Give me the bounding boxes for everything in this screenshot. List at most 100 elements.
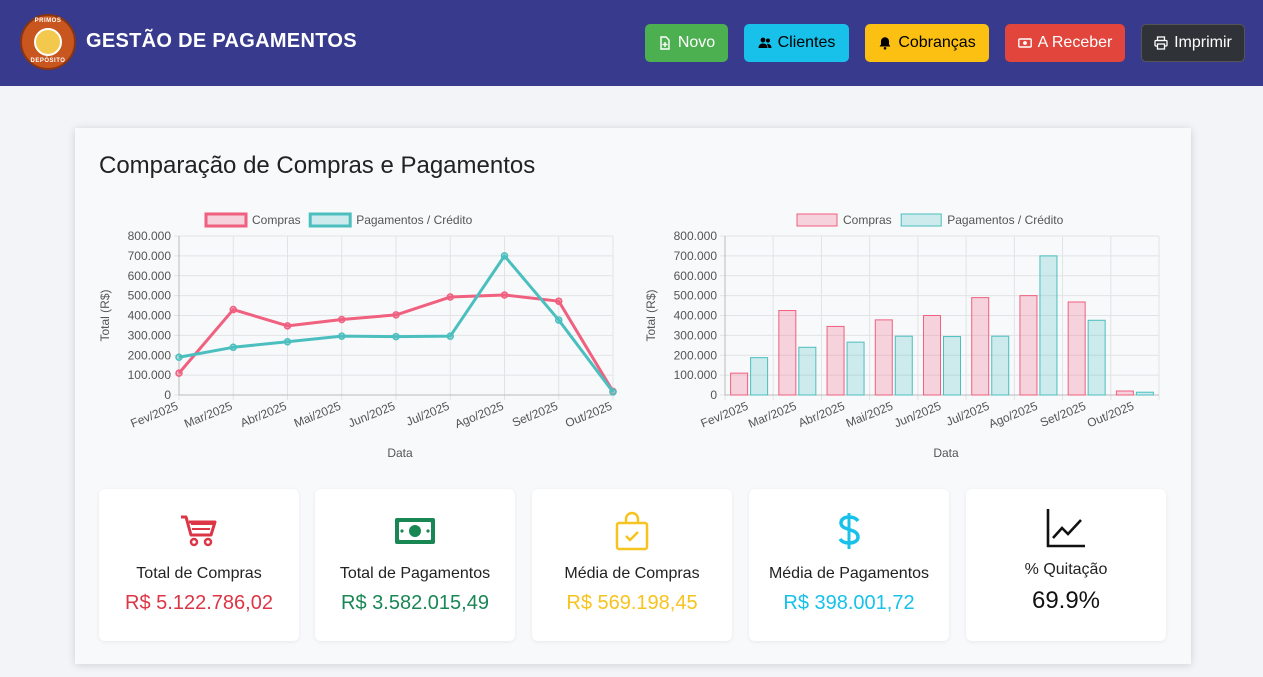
bar-compras	[874, 319, 893, 396]
stat-value: R$ 3.582.015,49	[341, 592, 489, 614]
data-point-pagamentos	[175, 353, 183, 361]
data-point-pagamentos	[609, 388, 617, 396]
legend-label: Pagamentos / Crédito	[947, 213, 1063, 227]
money-bill-icon	[315, 511, 515, 551]
mascot-icon	[34, 28, 62, 56]
data-point-compras	[500, 291, 509, 299]
stat-total-compras: Total de Compras R$ 5.122.786,02	[99, 489, 299, 641]
data-point-pagamentos	[446, 332, 454, 340]
x-tick-label: Set/2025	[510, 399, 560, 430]
x-axis-title: Data	[933, 446, 959, 460]
bar-pagamentos	[1039, 255, 1058, 396]
brand-logo[interactable]: PRIMOS DEPÓSITO	[20, 14, 76, 70]
x-tick-label: Out/2025	[563, 399, 614, 431]
bar-compras	[923, 315, 941, 396]
x-tick-label: Mai/2025	[844, 399, 895, 431]
users-icon	[758, 37, 772, 48]
stat-value: R$ 569.198,45	[566, 592, 698, 614]
legend-swatch	[204, 212, 248, 228]
shopping-bag-icon	[532, 511, 732, 551]
stat-value: R$ 5.122.786,02	[125, 592, 273, 614]
y-tick-label: 200.000	[128, 348, 172, 362]
x-tick-label: Mai/2025	[292, 399, 343, 431]
data-point-pagamentos	[555, 316, 563, 324]
stat-media-compras: Média de Compras R$ 569.198,45	[532, 489, 732, 641]
stat-label: % Quitação	[1024, 561, 1108, 578]
stat-label: Média de Compras	[564, 565, 700, 582]
y-tick-label: 700.000	[128, 249, 172, 263]
money-bill-icon	[1017, 38, 1032, 48]
stat-label: Total de Compras	[136, 565, 262, 582]
bar-pagamentos	[750, 357, 769, 396]
novo-label: Novo	[677, 34, 716, 51]
shopping-cart-icon	[99, 511, 299, 551]
page-title: Comparação de Compras e Pagamentos	[99, 152, 536, 179]
data-point-pagamentos	[283, 337, 292, 346]
clientes-label: Clientes	[777, 34, 836, 51]
bar-compras	[971, 297, 990, 396]
data-point-pagamentos	[229, 343, 237, 352]
cobrancas-label: Cobranças	[898, 34, 976, 51]
bar-pagamentos	[1135, 391, 1154, 396]
line-chart-svg: 0100.000200.000300.000400.000500.000600.…	[98, 212, 617, 460]
file-plus-icon	[660, 36, 670, 50]
data-point-compras	[229, 305, 237, 314]
y-tick-label: 500.000	[674, 289, 718, 303]
bar-compras	[1067, 301, 1086, 396]
x-tick-label: Mar/2025	[746, 399, 799, 431]
printer-icon	[1154, 36, 1168, 50]
bar-compras	[730, 372, 749, 396]
x-tick-label: Fev/2025	[699, 399, 751, 431]
bar-pagamentos	[1087, 319, 1106, 396]
bar-chart-svg: 0 100.000 200.000 300.000 400.000 500.000 600.…	[644, 213, 1160, 460]
legend-swatch	[308, 212, 352, 228]
cobrancas-button[interactable]: Cobranças	[865, 24, 989, 62]
x-tick-label: Set/2025	[1038, 399, 1088, 430]
novo-button[interactable]: Novo	[645, 24, 728, 62]
y-tick-label: 500.000	[128, 289, 172, 303]
x-tick-label: Mar/2025	[182, 399, 235, 431]
bar-compras	[778, 310, 797, 396]
clientes-button[interactable]: Clientes	[744, 24, 849, 62]
dollar-icon	[749, 511, 949, 551]
y-tick-label: 400.000	[128, 309, 172, 323]
a-receber-button[interactable]: A Receber	[1005, 24, 1125, 62]
y-tick-label: 300.000	[128, 328, 172, 342]
y-tick-label: 600.000	[128, 269, 172, 283]
bar-chart: 0 100.000 200.000 300.000 400.000 500.000 600.…	[641, 202, 1171, 477]
comparison-card: Comparação de Compras e Pagamentos 0 100.…	[75, 128, 1191, 664]
stat-quitacao: % Quitação 69.9%	[966, 489, 1166, 641]
legend-swatch	[900, 213, 942, 227]
stat-media-pagamentos: Média de Pagamentos R$ 398.001,72	[749, 489, 949, 641]
data-point-pagamentos	[392, 332, 400, 341]
x-tick-label: Abr/2025	[238, 399, 289, 430]
y-axis-title: Total (R$)	[98, 289, 112, 341]
chart-line-icon	[966, 507, 1166, 548]
x-tick-label: Abr/2025	[796, 399, 847, 430]
stat-value: 69.9%	[1031, 587, 1101, 614]
bar-pagamentos	[846, 341, 865, 396]
x-tick-label: Fev/2025	[128, 399, 180, 431]
x-tick-label: Jul/2025	[944, 399, 992, 429]
x-tick-label: Ago/2025	[987, 399, 1040, 431]
y-tick-label: 200.000	[674, 348, 718, 362]
y-axis-title: Total (R$)	[644, 289, 658, 341]
bar-compras	[826, 325, 845, 396]
x-tick-label: Jun/2025	[892, 399, 943, 431]
y-tick-label: 400.000	[674, 309, 718, 323]
legend-label: Compras	[843, 213, 892, 227]
line-chart: 0 100.000 200.000 300.000 400.000 500.000 600.…	[95, 202, 625, 477]
app-title: GESTÃO DE PAGAMENTOS	[86, 30, 357, 52]
imprimir-button[interactable]: Imprimir	[1141, 24, 1245, 62]
bar-compras	[1019, 295, 1038, 396]
x-tick-label: Ago/2025	[453, 399, 506, 431]
data-point-compras	[283, 322, 292, 330]
y-tick-label: 300.000	[674, 328, 718, 342]
y-tick-label: 800.000	[674, 229, 718, 243]
y-tick-label: 100.000	[128, 368, 172, 382]
y-tick-label: 600.000	[674, 269, 718, 283]
y-tick-label: 100.000	[674, 368, 718, 382]
y-tick-label: 0	[710, 388, 717, 402]
x-tick-label: Jun/2025	[346, 399, 397, 431]
x-tick-label: Out/2025	[1085, 399, 1136, 431]
